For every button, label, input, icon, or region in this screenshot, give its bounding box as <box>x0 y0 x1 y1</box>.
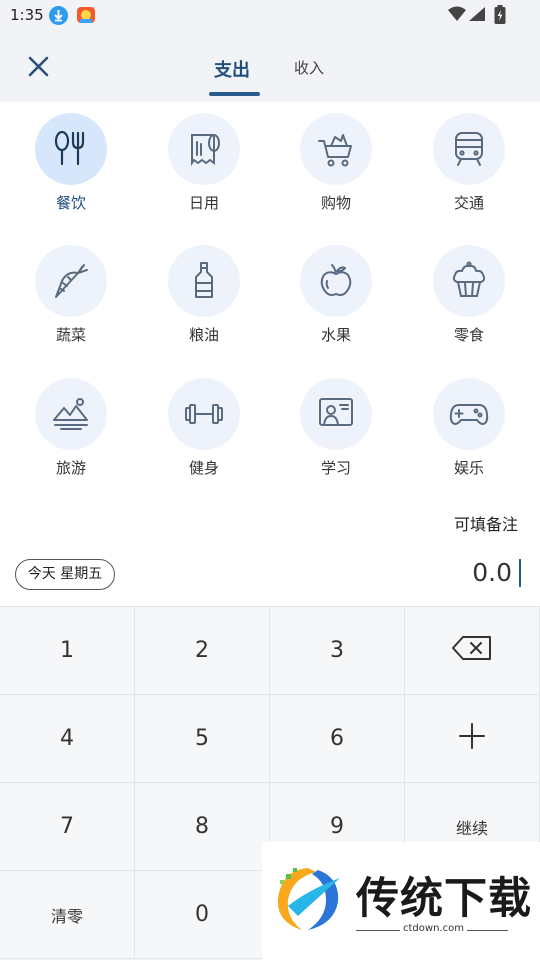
close-icon[interactable] <box>26 54 52 80</box>
category-grain-oil[interactable]: 粮油 <box>149 245 259 344</box>
header: 支出 收入 <box>0 32 540 102</box>
key-4[interactable]: 4 <box>0 695 135 783</box>
clear-button[interactable]: 清零 <box>0 871 135 959</box>
mountain-picture-icon <box>35 378 107 450</box>
amount-display: 0.0 <box>472 558 512 587</box>
tab-expense[interactable]: 支出 <box>214 56 250 82</box>
watermark-title: 传统下载 <box>356 874 532 924</box>
dumbbell-icon <box>168 378 240 450</box>
battery-icon <box>494 5 506 29</box>
plus-icon <box>458 722 486 756</box>
carrot-icon <box>35 245 107 317</box>
category-label: 餐饮 <box>55 194 86 212</box>
status-bar: 1:35 <box>0 0 540 32</box>
apple-icon <box>300 245 372 317</box>
category-shopping[interactable]: 购物 <box>281 113 391 212</box>
category-daily[interactable]: 日用 <box>149 113 259 212</box>
key-6[interactable]: 6 <box>270 695 405 783</box>
text-caret <box>519 559 521 587</box>
category-label: 购物 <box>320 194 351 212</box>
key-3[interactable]: 3 <box>270 607 405 695</box>
category-snacks[interactable]: 零食 <box>414 245 524 344</box>
key-1[interactable]: 1 <box>0 607 135 695</box>
category-label: 蔬菜 <box>55 326 86 344</box>
category-fruit[interactable]: 水果 <box>281 245 391 344</box>
wifi-icon <box>448 6 466 26</box>
category-dining[interactable]: 餐饮 <box>16 113 126 212</box>
key-5[interactable]: 5 <box>135 695 270 783</box>
category-label: 娱乐 <box>453 459 484 477</box>
key-0[interactable]: 0 <box>135 871 270 959</box>
category-transport[interactable]: 交通 <box>414 113 524 212</box>
toilet-paper-icon <box>168 113 240 185</box>
teacher-board-icon <box>300 378 372 450</box>
app-notification-icon <box>76 5 96 25</box>
backspace-icon <box>451 635 493 667</box>
download-notification-icon <box>49 6 68 25</box>
date-chip[interactable]: 今天 星期五 <box>15 559 115 590</box>
tab-income[interactable]: 收入 <box>294 57 324 78</box>
shopping-cart-icon <box>300 113 372 185</box>
category-entertainment[interactable]: 娱乐 <box>414 378 524 477</box>
category-study[interactable]: 学习 <box>281 378 391 477</box>
category-label: 零食 <box>453 326 484 344</box>
watermark-url: ctdown.com <box>400 923 467 934</box>
cutlery-icon <box>35 113 107 185</box>
category-label: 学习 <box>320 459 351 477</box>
note-input[interactable]: 可填备注 <box>454 511 518 535</box>
status-time: 1:35 <box>10 6 44 24</box>
category-label: 旅游 <box>55 459 86 477</box>
category-travel[interactable]: 旅游 <box>16 378 126 477</box>
category-label: 水果 <box>320 326 351 344</box>
key-8[interactable]: 8 <box>135 783 270 871</box>
cupcake-icon <box>433 245 505 317</box>
active-tab-indicator <box>209 92 260 96</box>
category-label: 粮油 <box>188 326 219 344</box>
category-fitness[interactable]: 健身 <box>149 378 259 477</box>
train-icon <box>433 113 505 185</box>
key-2[interactable]: 2 <box>135 607 270 695</box>
category-label: 日用 <box>188 194 219 212</box>
category-label: 交通 <box>453 194 484 212</box>
watermark: 传统下载 ctdown.com <box>262 842 540 960</box>
category-vegetables[interactable]: 蔬菜 <box>16 245 126 344</box>
plus-key[interactable] <box>405 695 540 783</box>
gamepad-icon <box>433 378 505 450</box>
signal-icon <box>468 6 486 26</box>
watermark-logo-icon <box>268 860 350 940</box>
backspace-key[interactable] <box>405 607 540 695</box>
category-label: 健身 <box>188 459 219 477</box>
oil-bottle-icon <box>168 245 240 317</box>
key-7[interactable]: 7 <box>0 783 135 871</box>
